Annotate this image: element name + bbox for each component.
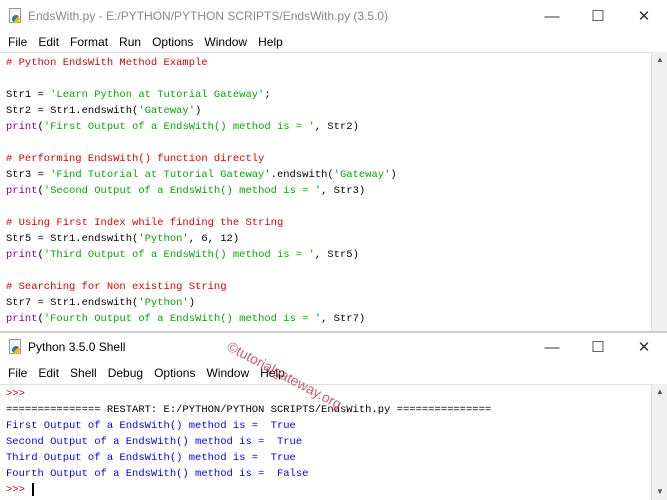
menu-window[interactable]: Window [200,35,251,49]
shell-window: Python 3.5.0 Shell — ☐ ✕ File Edit Shell De… [0,333,667,500]
editor-title: EndsWith.py - E:/PYTHON/PYTHON SCRIPTS/E… [28,9,389,23]
string-token: 'Gateway' [333,169,391,181]
menu-file[interactable]: File [4,366,31,380]
idle-file-icon [8,8,22,24]
string-token: 'Learn Python at Tutorial Gateway' [50,89,265,101]
code-line: print('Second Output of a EndsWith() met… [6,183,651,199]
string-token: 'First Output of a EndsWith() method is … [43,121,315,133]
menu-help[interactable]: Help [254,35,287,49]
menu-options[interactable]: Options [148,35,197,49]
string-token: 'Third Output of a EndsWith() method is … [43,249,315,261]
shell-title: Python 3.5.0 Shell [28,340,126,354]
text-cursor [32,482,35,496]
comment-token: # Using First Index while finding the St… [6,217,284,229]
shell-scrollbar[interactable]: ▲ ▼ [651,384,667,500]
plain-token: ) [390,169,397,181]
plain-token: Str1 = [6,89,51,101]
string-token: 'Fourth Output of a EndsWith() method is… [43,313,322,325]
maximize-button[interactable]: ☐ [575,0,621,32]
menu-debug[interactable]: Debug [104,366,147,380]
plain-token: , Str7) [321,313,366,325]
menu-window[interactable]: Window [202,366,253,380]
shell-maximize-button[interactable]: ☐ [575,333,621,361]
plain-token: , 6, 12) [188,233,240,245]
out-token: First Output of a EndsWith() method is =… [6,420,296,432]
plain-token: Str7 = Str1.endswith( [6,297,139,309]
plain-token: ) [188,297,196,309]
code-line: Str5 = Str1.endswith('Python', 6, 12) [6,231,651,247]
plain-token: Str3 = [6,169,51,181]
plain-token: , Str3) [321,185,366,197]
idle-shell-icon [8,339,22,355]
string-token: 'Python' [138,233,189,245]
out-token: Third Output of a EndsWith() method is =… [6,452,296,464]
code-line: Str3 = 'Find Tutorial at Tutorial Gatewa… [6,167,651,183]
menu-run[interactable]: Run [115,35,145,49]
string-token: 'Second Output of a EndsWith() method is… [43,185,322,197]
code-line: Str2 = Str1.endswith('Gateway') [6,103,651,119]
code-line: print('First Output of a EndsWith() meth… [6,119,651,135]
code-line: Fourth Output of a EndsWith() method is … [6,466,651,482]
editor-menubar: File Edit Format Run Options Window Help [0,32,667,52]
plain-token: , Str5) [314,249,359,261]
comment-token: # Performing EndsWith() function directl… [6,153,265,165]
code-line: # Searching for Non existing String [6,279,651,295]
menu-shell[interactable]: Shell [66,366,101,380]
prompt-token: >>> [6,484,32,496]
builtin-token: print [6,121,38,133]
code-line: # Performing EndsWith() function directl… [6,151,651,167]
code-line: >>> [6,482,651,498]
code-editor[interactable]: # Python EndsWith Method Example Str1 = '… [0,52,651,332]
scroll-up-icon[interactable]: ▲ [652,384,667,400]
plain-token: , Str2) [314,121,359,133]
menu-edit[interactable]: Edit [34,366,63,380]
prompt-token: >>> [6,388,25,400]
scroll-up-icon[interactable]: ▲ [652,52,667,68]
out-token: Second Output of a EndsWith() method is … [6,436,303,448]
minimize-button[interactable]: — [529,0,575,32]
code-line: Str1 = 'Learn Python at Tutorial Gateway… [6,87,651,103]
close-button[interactable]: ✕ [621,0,667,32]
editor-titlebar: EndsWith.py - E:/PYTHON/PYTHON SCRIPTS/E… [0,0,667,32]
code-line: Second Output of a EndsWith() method is … [6,434,651,450]
code-line: # Using First Index while finding the St… [6,215,651,231]
shell-minimize-button[interactable]: — [529,333,575,361]
plain-token: .endswith( [270,169,334,181]
code-line: print('Fourth Output of a EndsWith() met… [6,311,651,327]
menu-options[interactable]: Options [150,366,199,380]
shell-close-button[interactable]: ✕ [621,333,667,361]
shell-menubar: File Edit Shell Debug Options Window Help [0,361,667,384]
menu-edit[interactable]: Edit [34,35,63,49]
out-token: Fourth Output of a EndsWith() method is … [6,468,309,480]
menu-file[interactable]: File [4,35,31,49]
string-token: 'Gateway' [138,105,196,117]
plain-token: =============== RESTART: E:/PYTHON/PYTHO… [6,404,492,416]
editor-scrollbar[interactable]: ▲ [651,52,667,332]
comment-token: # Python EndsWith Method Example [6,57,208,69]
code-line: Str7 = Str1.endswith('Python') [6,295,651,311]
plain-token: ) [195,105,202,117]
plain-token: ; [264,89,271,101]
code-line: print('Third Output of a EndsWith() meth… [6,247,651,263]
plain-token: Str5 = Str1.endswith( [6,233,139,245]
string-token: 'Find Tutorial at Tutorial Gateway' [50,169,271,181]
shell-titlebar: Python 3.5.0 Shell — ☐ ✕ [0,333,667,361]
menu-format[interactable]: Format [66,35,112,49]
builtin-token: print [6,249,38,261]
code-line: Third Output of a EndsWith() method is =… [6,450,651,466]
comment-token: # Searching for Non existing String [6,281,227,293]
scroll-down-icon[interactable]: ▼ [652,484,667,500]
builtin-token: print [6,185,38,197]
code-line: First Output of a EndsWith() method is =… [6,418,651,434]
builtin-token: print [6,313,38,325]
code-line: # Python EndsWith Method Example [6,55,651,71]
string-token: 'Python' [138,297,189,309]
plain-token: Str2 = Str1.endswith( [6,105,139,117]
editor-window: EndsWith.py - E:/PYTHON/PYTHON SCRIPTS/E… [0,0,667,332]
